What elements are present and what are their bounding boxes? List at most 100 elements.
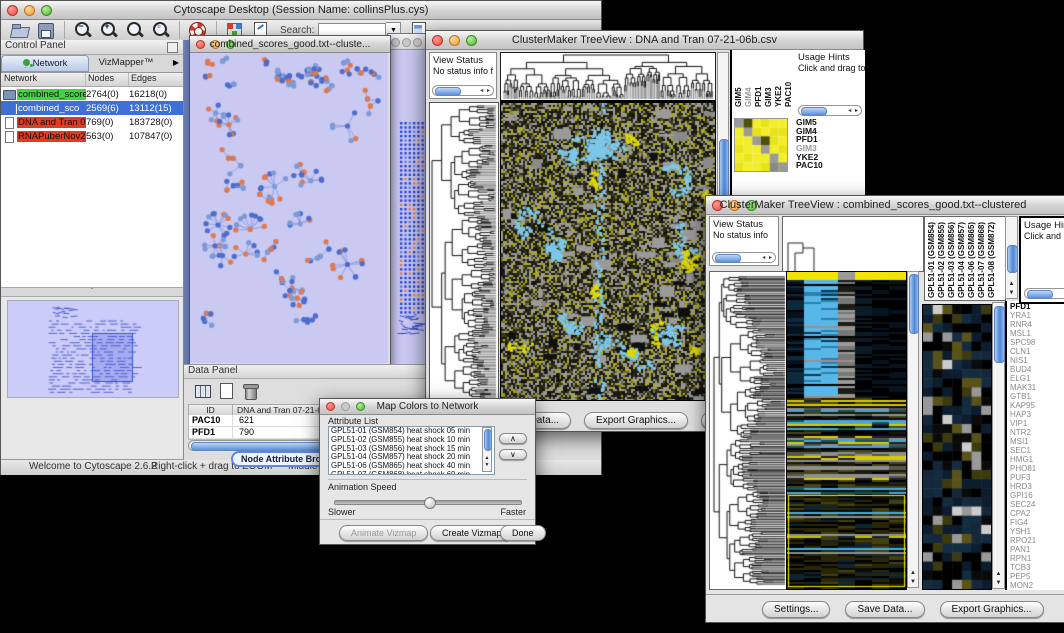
tv1-column-dendrogram[interactable] [500, 52, 716, 102]
gene-label[interactable]: MAK31 [1010, 383, 1064, 392]
scroll-down-arrow[interactable]: ▼ [993, 579, 1004, 588]
network-view-titlebar[interactable]: combined_scores_good.txt--cluste... [190, 36, 390, 53]
gene-label[interactable]: BUD4 [1010, 365, 1064, 374]
tv1-row-dendrogram[interactable] [429, 102, 499, 401]
scroll-thumb[interactable] [484, 429, 492, 451]
tv1-status-scroll[interactable]: ◂ ▸ [432, 85, 494, 96]
action-button[interactable]: Save Data... [845, 601, 924, 618]
list-item[interactable]: GPL51-04 (GSM857) heat shock 20 min [329, 453, 494, 462]
list-item[interactable]: GPL51-01 (GSM854) heat shock 05 min [329, 427, 494, 436]
attribute-list[interactable]: GPL51-01 (GSM854) heat shock 05 minGPL51… [328, 426, 495, 475]
tv2-status-scroll[interactable]: ◂ ▸ [712, 252, 776, 263]
col-header-edges[interactable]: Edges [129, 73, 183, 86]
tv1-zoom-heatmap[interactable] [734, 118, 788, 172]
RNAPuberNov2+I[interactable]: RNAPuberNov2+I563(0)107847(0) [1, 129, 183, 143]
delete-attribute-icon[interactable] [241, 382, 261, 401]
tv2-hints-scroll[interactable] [1024, 288, 1064, 299]
zoom-out-icon[interactable]: − [73, 21, 93, 40]
scroll-up-arrow[interactable]: ▲ [908, 569, 918, 578]
tv2-heatmap-vscroll[interactable]: ▲ ▼ [907, 271, 919, 588]
move-down-button[interactable]: ∨ [499, 449, 527, 460]
panel-splitter[interactable]: ⌃ [1, 287, 183, 297]
dialog-titlebar[interactable]: Map Colors to Network [320, 399, 535, 415]
gene-label[interactable]: SEC1 [1010, 446, 1064, 455]
scroll-thumb[interactable] [715, 254, 741, 263]
zoom-selected-icon[interactable]: ▫ [151, 21, 171, 40]
list-item[interactable]: GPL51-02 (GSM855) heat shock 10 min [329, 436, 494, 445]
gene-label[interactable]: PUF3 [1010, 473, 1064, 482]
gene-label[interactable]: CLN1 [1010, 347, 1064, 356]
gene-label[interactable]: PHO81 [1010, 464, 1064, 473]
action-button[interactable]: Settings... [762, 601, 830, 618]
gene-label[interactable]: YRA1 [1010, 311, 1064, 320]
zoom-fit-icon[interactable] [125, 21, 145, 40]
save-icon[interactable] [36, 21, 56, 40]
gene-label[interactable]: SPC98 [1010, 338, 1064, 347]
tab-vizmapper[interactable]: VizMapper™ [89, 55, 163, 72]
slider-thumb[interactable] [424, 497, 436, 509]
gene-label[interactable]: RPN1 [1010, 554, 1064, 563]
tv2-labels-vscroll[interactable]: ▲ ▼ [1005, 216, 1018, 299]
gene-label[interactable]: PEP5 [1010, 572, 1064, 581]
tab-overflow-arrow[interactable]: ▶ [163, 55, 183, 72]
gene-label[interactable]: MSL1 [1010, 329, 1064, 338]
gene-label[interactable]: GTB1 [1010, 392, 1064, 401]
gene-label[interactable]: HRD3 [1010, 482, 1064, 491]
tab-network[interactable]: Network [1, 55, 89, 72]
done-button[interactable]: Done [500, 525, 546, 541]
scroll-up-arrow[interactable]: ▲ [1006, 280, 1017, 289]
tv2-heatmap[interactable] [786, 271, 907, 590]
scroll-thumb[interactable] [1027, 290, 1053, 299]
combined_scores[interactable]: combined_scores2764(0)16218(0) [1, 87, 183, 101]
attribute-list-scroll[interactable]: ▲ ▼ [482, 427, 492, 472]
new-attribute-icon[interactable] [217, 382, 237, 401]
gene-label[interactable]: HMG1 [1010, 455, 1064, 464]
gene-label[interactable]: YSH1 [1010, 527, 1064, 536]
gene-label[interactable]: SEC24 [1010, 500, 1064, 509]
tv2-column-dendrogram[interactable] [782, 216, 924, 272]
action-button[interactable]: Export Graphics... [940, 601, 1044, 618]
combined_sco[interactable]: combined_sco2569(6)13112(15) [1, 101, 183, 115]
gene-label[interactable]: CPA2 [1010, 509, 1064, 518]
gene-label[interactable]: MSI1 [1010, 437, 1064, 446]
gene-label[interactable]: PAN1 [1010, 545, 1064, 554]
scroll-thumb[interactable] [801, 107, 827, 116]
action-button[interactable]: Export Graphics... [584, 412, 688, 429]
open-folder-icon[interactable] [10, 21, 30, 40]
tv2-zoom-heatmap[interactable] [922, 304, 992, 590]
float-panel-icon[interactable] [167, 42, 178, 53]
col-header-nodes[interactable]: Nodes [86, 73, 129, 86]
gene-label[interactable]: HAP3 [1010, 410, 1064, 419]
gene-label[interactable]: KAP95 [1010, 401, 1064, 410]
animation-speed-slider[interactable] [334, 500, 522, 505]
gene-label[interactable]: FIG4 [1010, 518, 1064, 527]
gene-label[interactable]: RNR4 [1010, 320, 1064, 329]
scroll-thumb[interactable] [435, 87, 461, 96]
move-up-button[interactable]: ∧ [499, 433, 527, 444]
scroll-down-arrow[interactable]: ▼ [908, 578, 918, 587]
row-label[interactable]: PAC10 [796, 161, 823, 170]
scroll-thumb[interactable] [994, 306, 1005, 363]
scroll-down-arrow[interactable]: ▼ [483, 461, 491, 470]
scroll-thumb[interactable] [909, 274, 919, 334]
tv1-heatmap[interactable] [500, 102, 716, 401]
animate-vizmap-button[interactable]: Animate Vizmap [339, 525, 428, 541]
tv1-hints-scroll[interactable]: ◂ ▸ [798, 105, 862, 116]
scroll-up-arrow[interactable]: ▲ [993, 570, 1004, 579]
list-item[interactable]: GPL51-06 (GSM865) heat shock 40 min [329, 462, 494, 471]
gene-label[interactable]: VIP1 [1010, 419, 1064, 428]
tv2-row-dendrogram[interactable] [709, 271, 787, 590]
gene-label[interactable]: MON2 [1010, 581, 1064, 590]
gene-label[interactable]: NTR2 [1010, 428, 1064, 437]
gene-label[interactable]: ELG1 [1010, 374, 1064, 383]
zoom-in-icon[interactable]: + [99, 21, 119, 40]
list-item[interactable]: GPL51-07 (GSM868) heat shock 60 min [329, 471, 494, 475]
network-canvas[interactable] [190, 53, 388, 363]
main-titlebar[interactable]: Cytoscape Desktop (Session Name: collins… [1, 1, 601, 20]
scroll-down-arrow[interactable]: ▼ [1006, 289, 1017, 298]
col-header-network[interactable]: Network [1, 73, 86, 86]
tv2-genes-vscroll[interactable]: ▲ ▼ [992, 302, 1005, 589]
treeview2-titlebar[interactable]: ClusterMaker TreeView : combined_scores_… [706, 196, 1064, 215]
attribute-table-icon[interactable] [193, 382, 213, 401]
gene-label[interactable]: GPI16 [1010, 491, 1064, 500]
